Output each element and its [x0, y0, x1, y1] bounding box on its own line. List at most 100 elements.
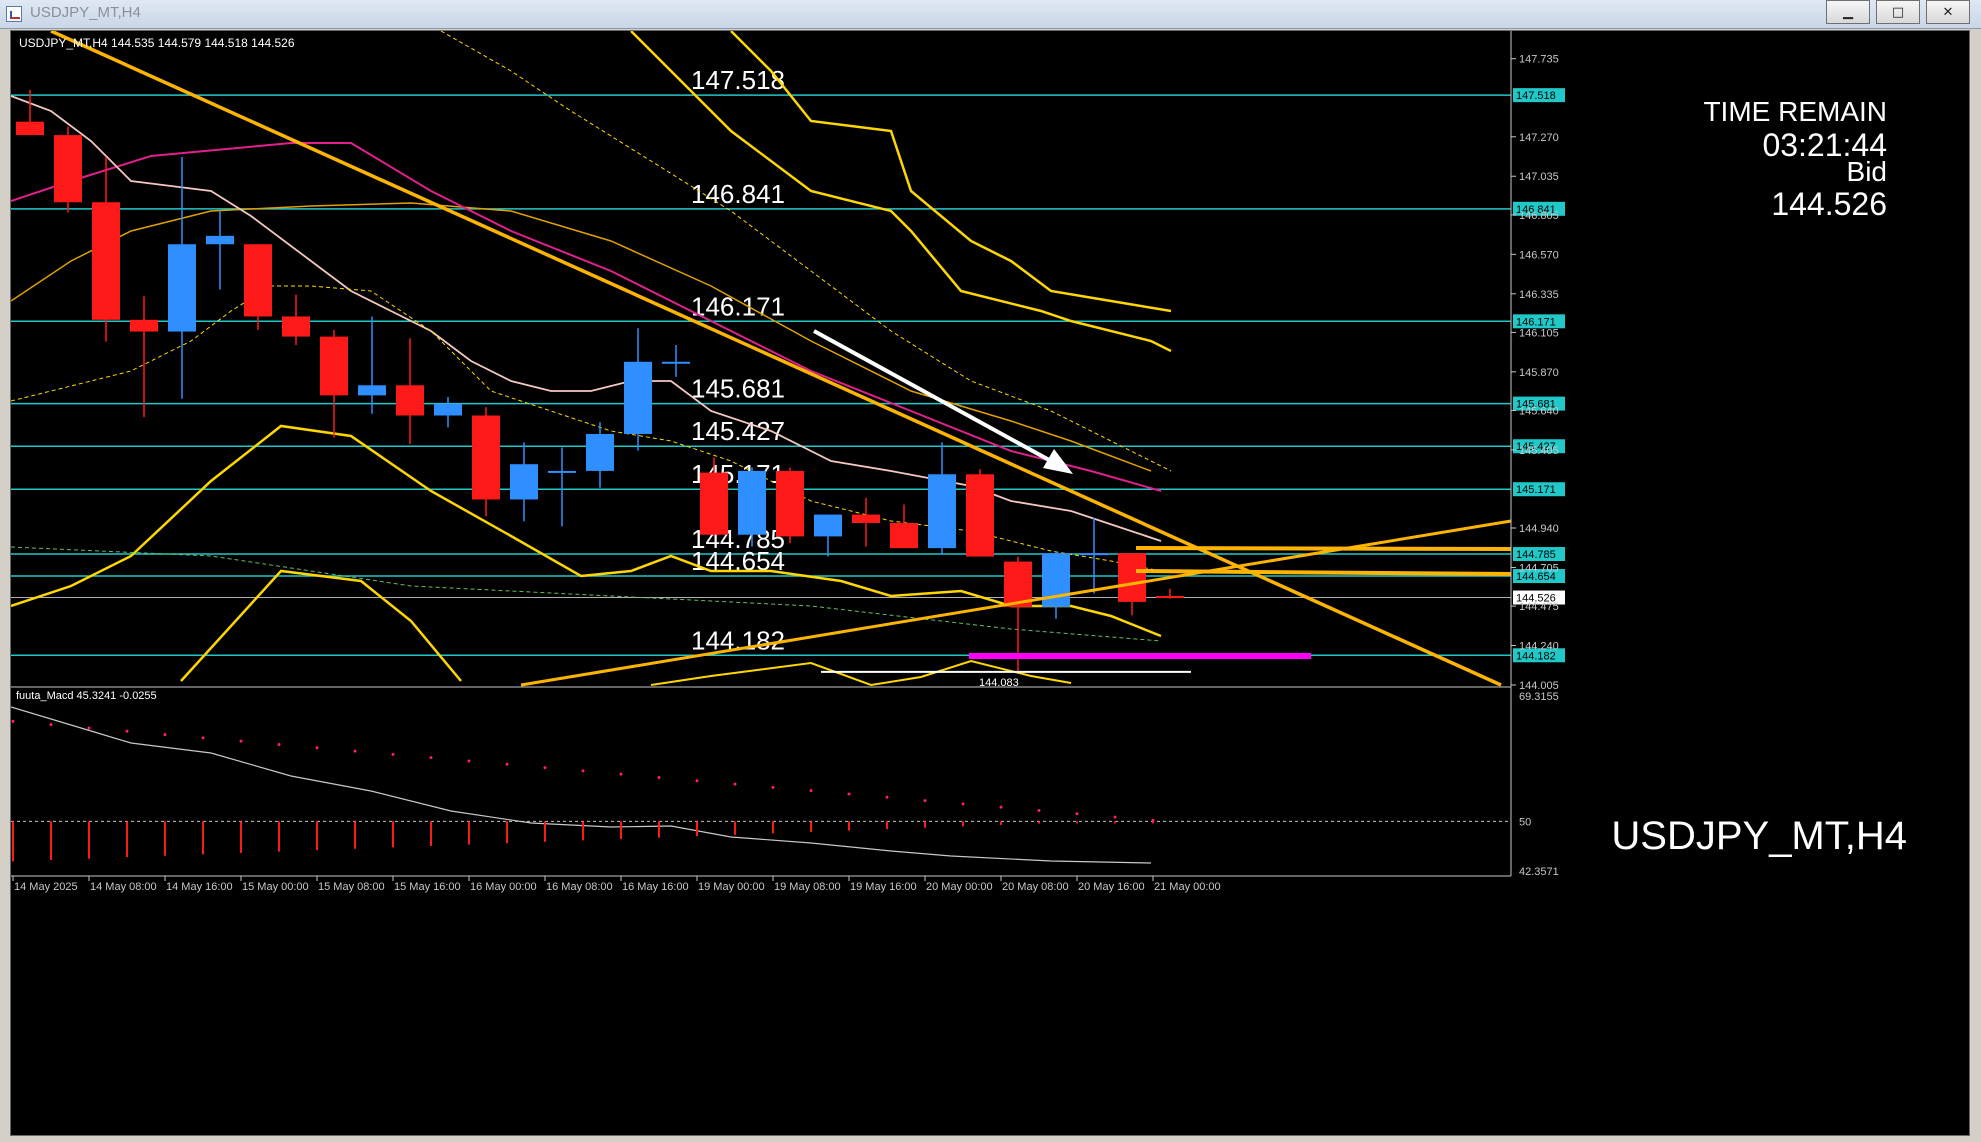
bearish-candle: [130, 319, 158, 332]
macd-signal-dot: [961, 802, 965, 806]
bullish-candle: [1080, 553, 1108, 556]
bullish-candle: [358, 385, 386, 396]
time-tick-label: 16 May 00:00: [470, 881, 537, 893]
macd-signal-dot: [923, 799, 927, 803]
time-tick-label: 19 May 16:00: [850, 881, 917, 893]
bullish-candle: [662, 361, 690, 364]
bid-value: 144.526: [1771, 186, 1887, 222]
bearish-candle: [92, 202, 120, 320]
price-tick-label: 144.240: [1519, 641, 1559, 653]
bullish-candle: [510, 464, 538, 500]
bearish-candle: [776, 470, 804, 537]
bullish-candle: [928, 474, 956, 549]
macd-signal-dot: [657, 775, 661, 779]
price-chart-canvas[interactable]: 147.518147.518146.841146.841146.171146.1…: [11, 31, 1969, 1135]
bearish-candle: [282, 316, 310, 337]
time-tick-label: 14 May 16:00: [166, 881, 233, 893]
price-tick-label: 146.335: [1519, 289, 1559, 301]
close-button[interactable]: ✕: [1926, 0, 1970, 24]
time-tick-label: 20 May 16:00: [1078, 881, 1145, 893]
macd-signal-dot: [999, 805, 1003, 809]
price-tick-label: 144.940: [1519, 523, 1559, 535]
price-tick-label: 146.805: [1519, 210, 1559, 222]
time-tick-label: 19 May 08:00: [774, 881, 841, 893]
macd-signal-dot: [87, 726, 91, 730]
bearish-candle: [890, 522, 918, 549]
level-price-label: 146.171: [691, 291, 785, 321]
time-tick-label: 19 May 00:00: [698, 881, 765, 893]
bearish-candle: [244, 244, 272, 317]
price-tick-label: 145.640: [1519, 405, 1559, 417]
bullish-candle: [624, 361, 652, 434]
bearish-candle: [966, 474, 994, 557]
descending-trendline: [50, 31, 1502, 687]
macd-signal-dot: [809, 789, 813, 793]
trend-arrow-head: [1043, 449, 1073, 474]
window-titlebar[interactable]: USDJPY_MT,H4 ▁ □ ✕: [0, 0, 1981, 29]
macd-signal-dot: [277, 742, 281, 746]
bullish-candle: [206, 235, 234, 245]
time-tick-label: 20 May 08:00: [1002, 881, 1069, 893]
macd-signal-dot: [885, 795, 889, 799]
chart-header: USDJPY_MT,H4 144.535 144.579 144.518 144…: [19, 36, 295, 50]
maximize-button[interactable]: □: [1876, 0, 1920, 24]
macd-signal-dot: [771, 785, 775, 789]
price-tick-label: 145.405: [1519, 445, 1559, 457]
price-tick-label: 145.870: [1519, 367, 1559, 379]
level-price-tag-text: 145.171: [1516, 484, 1556, 496]
minimize-button[interactable]: ▁: [1826, 0, 1870, 24]
bearish-candle: [1118, 553, 1146, 602]
level-price-label: 146.841: [691, 179, 785, 209]
price-tick-label: 147.735: [1519, 54, 1559, 66]
ascending-trendline: [520, 519, 1512, 687]
macd-signal-dot: [1113, 815, 1117, 819]
macd-title: fuuta_Macd 45.3241 -0.0255: [16, 690, 157, 702]
bullish-candle: [814, 514, 842, 537]
time-tick-label: 14 May 2025: [14, 881, 78, 893]
time-tick-label: 14 May 08:00: [90, 881, 157, 893]
macd-signal-dot: [847, 792, 851, 796]
level-price-tag-text: 147.518: [1516, 90, 1556, 102]
macd-tick-label: 69.3155: [1519, 691, 1559, 703]
macd-signal-dot: [733, 782, 737, 786]
window-title: USDJPY_MT,H4: [30, 4, 141, 21]
price-tick-label: 147.270: [1519, 132, 1559, 144]
time-tick-label: 16 May 16:00: [622, 881, 689, 893]
price-tick-label: 144.475: [1519, 601, 1559, 613]
bullish-candle: [434, 403, 462, 416]
macd-line: [11, 706, 1152, 864]
macd-signal-dot: [163, 733, 167, 737]
level-price-label: 144.182: [691, 625, 785, 655]
bearish-candle: [16, 121, 44, 136]
green-dashed-ma: [11, 546, 1162, 642]
macd-signal-dot: [695, 779, 699, 783]
chart-app-icon: [6, 6, 22, 22]
macd-signal-dot: [11, 719, 15, 723]
macd-signal-dot: [315, 746, 319, 750]
time-tick-label: 20 May 00:00: [926, 881, 993, 893]
chart-window[interactable]: 147.518 147.518 146.841 146.841 146.171 146.1…: [10, 30, 1970, 1136]
macd-signal-dot: [505, 762, 509, 766]
bearish-candle: [54, 135, 82, 203]
time-tick-label: 15 May 08:00: [318, 881, 385, 893]
macd-signal-dot: [353, 749, 357, 753]
level-price-tag-text: 144.785: [1516, 549, 1556, 561]
upper-band-mid: [730, 31, 1172, 313]
macd-signal-dot: [49, 723, 53, 727]
macd-signal-dot: [467, 759, 471, 763]
macd-signal-dot: [543, 766, 547, 770]
macd-signal-dot: [429, 756, 433, 760]
macd-signal-dot: [201, 736, 205, 740]
bullish-candle: [738, 470, 766, 535]
macd-signal-dot: [391, 752, 395, 756]
symbol-watermark: USDJPY_MT,H4: [1611, 814, 1907, 858]
time-tick-label: 21 May 00:00: [1154, 881, 1221, 893]
time-tick-label: 16 May 08:00: [546, 881, 613, 893]
bullish-candle: [168, 244, 196, 332]
resistance-line-yellow: [1135, 546, 1512, 551]
macd-signal-dot: [1037, 808, 1041, 812]
bearish-candle: [472, 415, 500, 500]
macd-tick-label: 42.3571: [1519, 866, 1559, 878]
bearish-candle: [1156, 596, 1184, 599]
time-tick-label: 15 May 16:00: [394, 881, 461, 893]
